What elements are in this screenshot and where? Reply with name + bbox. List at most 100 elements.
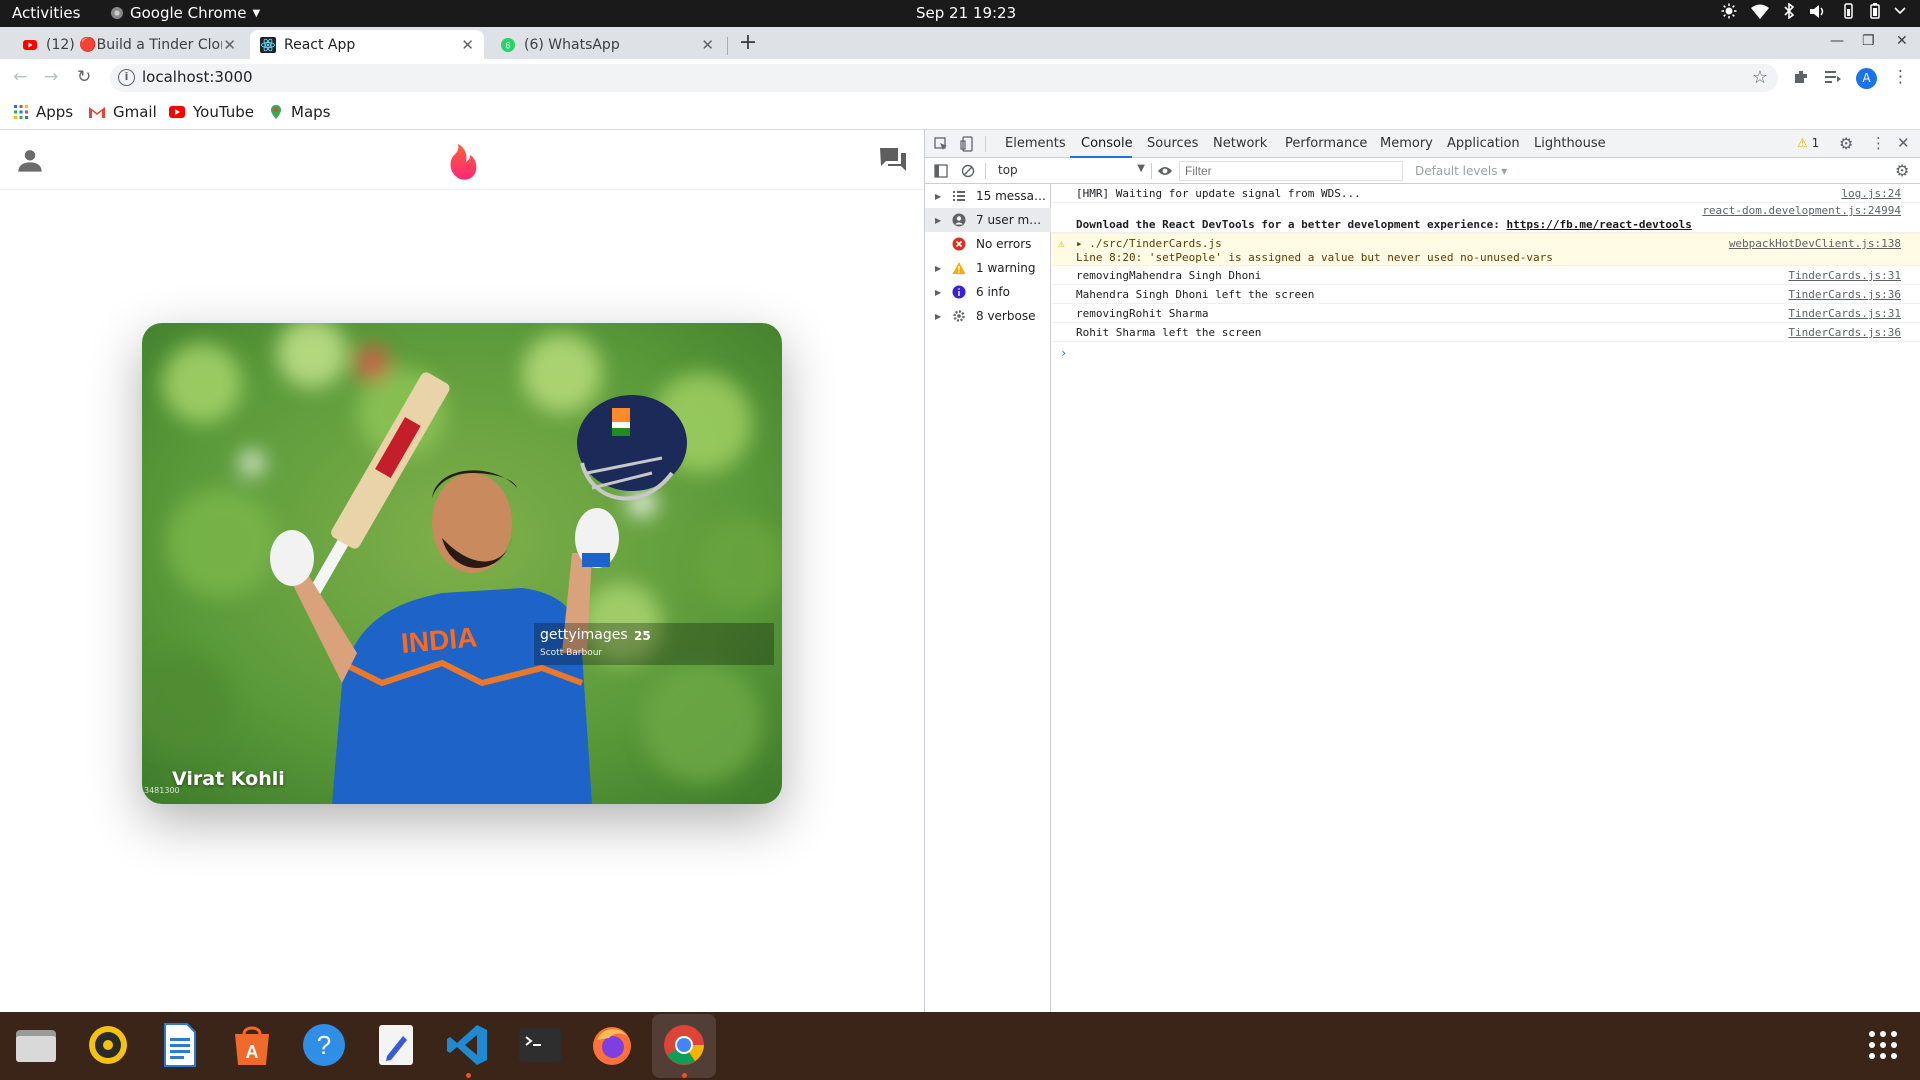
window-close-button[interactable]: ✕ — [1896, 33, 1908, 49]
show-applications-icon[interactable] — [1868, 1030, 1898, 1060]
console-message[interactable]: ▸ ./src/TinderCards.js — [1076, 237, 1222, 250]
tab-memory[interactable]: Memory — [1380, 136, 1433, 151]
sidebar-label: 7 user mes... — [976, 213, 1048, 227]
restore-button[interactable]: ❐ — [1862, 33, 1875, 49]
settings-gear-icon[interactable]: ⚙ — [1839, 134, 1853, 153]
sidebar-item-messages[interactable]: ▶ 15 messages — [925, 184, 1051, 208]
eye-icon[interactable] — [1157, 165, 1173, 177]
devtools-tab-bar: Elements Console Sources Network Perform… — [925, 130, 1920, 158]
console-source-link[interactable]: webpackHotDevClient.js:138 — [1729, 237, 1901, 250]
profile-photo: INDIA — [142, 323, 782, 804]
reload-button[interactable]: ↻ — [77, 67, 91, 87]
help-icon[interactable]: ? — [301, 1022, 347, 1068]
software-center-icon[interactable]: A — [229, 1022, 275, 1068]
tab-network[interactable]: Network — [1213, 136, 1267, 151]
console-source-link[interactable]: TinderCards.js:36 — [1788, 326, 1901, 339]
svg-text:INDIA: INDIA — [400, 621, 479, 659]
console-line: Mahendra Singh Dhoni left the screen Tin… — [1052, 285, 1920, 304]
sidebar-item-user-messages[interactable]: ▶ 7 user mes... — [925, 208, 1051, 232]
expand-arrow-icon[interactable]: ▶ — [935, 192, 941, 201]
devtools-link[interactable]: https://fb.me/react-devtools — [1506, 218, 1691, 231]
firefox-icon[interactable] — [589, 1022, 635, 1068]
bookmark-youtube[interactable]: YouTube — [168, 103, 254, 121]
sidebar-item-warnings[interactable]: ▶ 1 warning — [925, 256, 1051, 280]
log-levels-dropdown[interactable]: Default levels ▾ — [1415, 164, 1507, 178]
close-icon[interactable]: ✕ — [461, 36, 474, 54]
close-icon[interactable]: ✕ — [223, 36, 236, 54]
kebab-menu-icon[interactable]: ⋮ — [1871, 134, 1886, 152]
info-icon[interactable]: i — [118, 69, 135, 86]
warning-counter[interactable]: ⚠ 1 — [1797, 136, 1819, 150]
kebab-menu-icon[interactable]: ⋮ — [1892, 67, 1909, 87]
profile-card[interactable]: INDIA gettyimages 25 Scott Barbour 34813… — [142, 323, 782, 804]
person-icon[interactable] — [16, 146, 44, 174]
libreoffice-writer-icon[interactable] — [157, 1022, 203, 1068]
console-prompt[interactable]: › — [1060, 346, 1067, 360]
tab-react-app[interactable]: React App ✕ — [250, 30, 484, 59]
close-icon[interactable]: ✕ — [701, 36, 714, 54]
device-toolbar-icon[interactable] — [960, 136, 974, 152]
sidebar-toggle-icon[interactable] — [934, 164, 948, 178]
clear-console-icon[interactable] — [961, 164, 975, 178]
chrome-icon[interactable] — [661, 1022, 707, 1068]
chat-icon[interactable] — [878, 146, 908, 174]
context-selector[interactable]: top ▼ — [995, 163, 1145, 179]
console-source-link[interactable]: TinderCards.js:31 — [1788, 307, 1901, 320]
sidebar-item-verbose[interactable]: ▶ 8 verbose — [925, 304, 1051, 328]
phone-icon — [1844, 3, 1853, 19]
sidebar-label: 15 messages — [976, 189, 1048, 203]
expand-arrow-icon[interactable]: ▶ — [935, 264, 941, 273]
tab-title: (12) 🔴Build a Tinder Clon — [46, 36, 222, 53]
expand-arrow-icon[interactable]: ▶ — [935, 288, 941, 297]
tab-console[interactable]: Console — [1081, 136, 1133, 151]
console-output[interactable]: [HMR] Waiting for update signal from WDS… — [1052, 184, 1920, 1012]
profile-avatar[interactable]: A — [1856, 68, 1877, 89]
media-queue-icon[interactable] — [1824, 68, 1842, 86]
system-tray[interactable] — [1721, 3, 1906, 19]
filter-input[interactable] — [1179, 161, 1403, 181]
new-tab-button[interactable]: + — [734, 32, 762, 56]
url-text[interactable]: localhost:3000 — [142, 68, 253, 86]
tab-application[interactable]: Application — [1447, 136, 1520, 151]
minimize-button[interactable]: — — [1830, 33, 1844, 49]
tab-elements[interactable]: Elements — [1005, 136, 1066, 151]
tab-lighthouse[interactable]: Lighthouse — [1534, 136, 1606, 151]
tinder-logo-icon[interactable] — [444, 142, 480, 182]
rhythmbox-icon[interactable] — [85, 1022, 131, 1068]
terminal-icon[interactable] — [517, 1022, 563, 1068]
back-button[interactable]: ← — [13, 67, 27, 87]
tab-sources[interactable]: Sources — [1147, 136, 1198, 151]
tab-youtube[interactable]: (12) 🔴Build a Tinder Clon ✕ — [12, 30, 246, 59]
extensions-icon[interactable] — [1792, 68, 1810, 86]
text-editor-icon[interactable] — [373, 1022, 419, 1068]
tab-performance[interactable]: Performance — [1285, 136, 1367, 151]
bookmark-star-icon[interactable]: ☆ — [1752, 67, 1768, 88]
expand-arrow-icon[interactable]: ▶ — [935, 312, 941, 321]
vscode-icon[interactable] — [445, 1022, 491, 1068]
expand-arrow-icon[interactable]: ▶ — [935, 216, 941, 225]
sidebar-item-errors[interactable]: No errors — [925, 232, 1051, 256]
address-bar[interactable]: i localhost:3000 ☆ — [110, 64, 1778, 92]
bookmark-maps[interactable]: Maps — [268, 103, 330, 121]
app-menu[interactable]: Google Chrome ▼ — [110, 4, 260, 22]
console-source-link[interactable]: react-dom.development.js:24994 — [1702, 204, 1901, 217]
files-icon[interactable] — [13, 1022, 59, 1068]
console-source-link[interactable]: TinderCards.js:36 — [1788, 288, 1901, 301]
gmail-icon — [89, 107, 105, 118]
close-icon[interactable]: ✕ — [1897, 134, 1910, 152]
clock[interactable]: Sep 21 19:23 — [916, 4, 1016, 22]
sidebar-label: 8 verbose — [976, 309, 1036, 323]
console-message: Download the React DevTools for a better… — [1076, 218, 1692, 231]
inspect-element-icon[interactable] — [934, 137, 948, 151]
bookmark-apps[interactable]: Apps — [13, 103, 73, 121]
console-line: removingMahendra Singh Dhoni TinderCards… — [1052, 266, 1920, 285]
bookmark-gmail[interactable]: Gmail — [88, 103, 157, 121]
console-settings-gear-icon[interactable]: ⚙ — [1895, 161, 1909, 180]
activities-button[interactable]: Activities — [12, 4, 80, 22]
console-source-link[interactable]: log.js:24 — [1841, 187, 1901, 200]
tab-whatsapp[interactable]: 6 (6) WhatsApp ✕ — [490, 30, 724, 59]
svg-text:6: 6 — [505, 40, 510, 50]
console-source-link[interactable]: TinderCards.js:31 — [1788, 269, 1901, 282]
sidebar-item-info[interactable]: ▶ 6 info — [925, 280, 1051, 304]
forward-button[interactable]: → — [44, 67, 58, 87]
